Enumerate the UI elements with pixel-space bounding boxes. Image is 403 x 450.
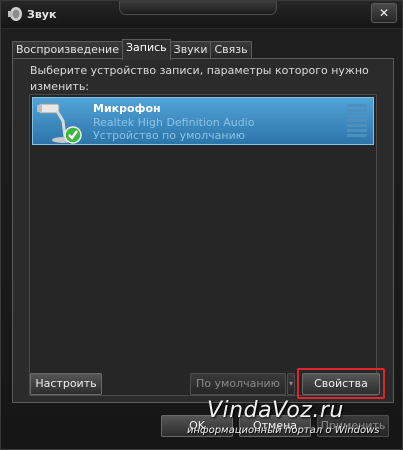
tab-communications[interactable]: Связь: [210, 41, 252, 59]
recording-panel: Выберите устройство записи, параметры ко…: [12, 58, 394, 403]
device-status: Устройство по умолчанию: [93, 129, 246, 142]
watermark-title: VindaVoz.ru: [207, 398, 344, 423]
speaker-icon: [8, 7, 22, 21]
sound-dialog: Звук ✕ Воспроизведение Запись Звуки Связ…: [0, 0, 403, 450]
device-name: Микрофон: [93, 102, 161, 115]
watermark-subtitle: информационный портал о Windows: [187, 425, 380, 436]
microphone-icon: [37, 103, 82, 144]
tab-playback[interactable]: Воспроизведение: [12, 41, 123, 59]
tab-sounds[interactable]: Звуки: [169, 41, 212, 59]
tab-recording[interactable]: Запись: [121, 39, 171, 60]
level-meter-icon: [347, 104, 367, 140]
tab-strip: Воспроизведение Запись Звуки Связь: [12, 39, 252, 60]
chevron-down-icon: ▾: [288, 379, 293, 388]
close-button[interactable]: ✕: [371, 3, 397, 23]
properties-highlight: [297, 368, 385, 399]
set-default-dropdown[interactable]: ▾: [287, 373, 295, 395]
title-decoration: [119, 1, 277, 15]
list-item-microphone[interactable]: Микрофон Realtek High Definition Audio У…: [32, 97, 374, 145]
device-driver: Realtek High Definition Audio: [93, 116, 255, 129]
configure-button[interactable]: Настроить: [30, 373, 102, 395]
set-default-button[interactable]: По умолчанию: [190, 373, 286, 395]
window-title: Звук: [27, 8, 57, 21]
title-bar[interactable]: Звук ✕: [1, 1, 402, 29]
device-list[interactable]: Микрофон Realtek High Definition Audio У…: [29, 94, 377, 396]
instruction-text: Выберите устройство записи, параметры ко…: [30, 64, 369, 93]
